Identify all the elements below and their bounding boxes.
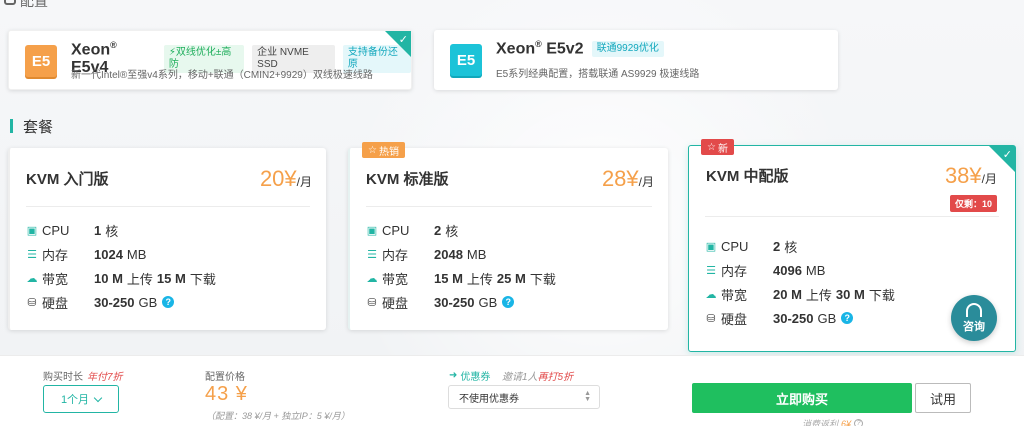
buy-now-button[interactable]: 立即购买 — [692, 383, 912, 413]
coupon-label: ➜ 优惠券 — [449, 370, 491, 383]
spec-disk: ⛁ 硬盘 30-250 GB? — [26, 290, 216, 314]
spec-cpu: ▣ CPU 2 核 — [705, 238, 798, 255]
new-ribbon: ☆ 新 — [701, 139, 734, 155]
help-icon[interactable]: ? — [841, 312, 854, 324]
duration-label: 购买时长 年付7折 — [43, 372, 123, 383]
plan-price: 28¥/月 — [601, 166, 654, 191]
hot-ribbon: ☆ 热销 — [362, 142, 405, 158]
cpu-name: Xeon® E5v2 — [496, 39, 584, 58]
help-icon[interactable]: ? — [854, 419, 864, 426]
divider — [26, 206, 310, 207]
divider — [366, 206, 652, 207]
memory-icon: ☰ — [367, 248, 377, 261]
chevron-down-icon — [93, 393, 103, 402]
e5-badge-icon: E5 — [450, 44, 482, 76]
spec-bandwidth: ☁ 带宽 20 M 上传 30 M 下载 — [705, 286, 895, 303]
coupon-select[interactable]: 不使用优惠券 ▲ ▼ — [448, 385, 600, 409]
headset-icon — [966, 302, 982, 317]
database-icon: ⛁ — [706, 312, 716, 325]
spec-list: ▣ CPU 1 核 ☰ 内存 1024 MB ☁ 带宽 10 M 上传 15 M 下载 ⛁ 硬盘 30-2… — [26, 218, 216, 314]
coupon-invite-promo[interactable]: 邀请1人再打5折 — [502, 368, 573, 383]
spec-bandwidth: ☁ 带宽 10 M 上传 15 M 下载 — [26, 270, 216, 287]
plan-card-basic[interactable]: KVM 入门版 20¥/月 ▣ CPU 1 核 ☰ 内存 1024 MB ☁ 带宽 10 M 上传… — [8, 148, 326, 330]
plan-price: 20¥/月 — [259, 166, 312, 191]
login-arrow-icon: ➜ — [449, 370, 458, 381]
plan-card-mid[interactable]: ☆ 新 KVM 中配版 38¥/月 仅剩：10 ▣ CPU 2 核 ☰ 内存 4096 MB … — [688, 139, 1016, 352]
cpu-tag: 联通9929优化 — [591, 40, 664, 57]
spec-list: ▣ CPU 2 核 ☰ 内存 4096 MB ☁ 带宽 20 M 上传 30 M 下载 ⛁ 硬盘 30-2… — [705, 234, 895, 330]
plan-name: KVM 中配版 — [706, 168, 789, 185]
config-section-header: 配置 — [4, 0, 48, 10]
e5-badge-icon: E5 — [25, 45, 57, 77]
cpu-option-e5v2[interactable]: E5 Xeon® E5v2 联通9929优化 E5系列经典配置，搭载联通 AS9… — [434, 30, 838, 90]
spec-memory: ☰ 内存 1024 MB — [27, 246, 147, 263]
database-icon: ⛁ — [367, 296, 377, 309]
price-label: 配置价格 — [205, 372, 245, 383]
trial-button[interactable]: 试用 — [915, 383, 971, 413]
plans-section-title: 套餐 — [10, 117, 53, 136]
chip-icon: ▣ — [26, 224, 38, 237]
spec-disk: ⛁ 硬盘 30-250 GB? — [705, 306, 895, 330]
consult-button[interactable]: 咨询 — [951, 295, 997, 341]
selected-check-icon: ✓ — [989, 146, 1015, 172]
spec-bandwidth: ☁ 带宽 15 M 上传 25 M 下载 — [366, 270, 556, 287]
cloud-icon: ☁ — [705, 288, 717, 301]
total-price: 43 ¥ — [205, 383, 248, 405]
memory-icon: ☰ — [27, 248, 37, 261]
stock-badge: 仅剩：10 — [949, 195, 997, 212]
help-icon[interactable]: ? — [162, 296, 175, 308]
divider — [705, 216, 999, 217]
chip-icon: ▣ — [705, 240, 717, 253]
plan-card-standard[interactable]: ☆ 热销 KVM 标准版 28¥/月 ▣ CPU 2 核 ☰ 内存 2048 MB ☁ 带宽 15… — [348, 142, 668, 330]
cloud-icon: ☁ — [26, 272, 38, 285]
spec-memory: ☰ 内存 2048 MB — [367, 246, 487, 263]
section-accent-bar — [10, 119, 13, 133]
spec-disk: ⛁ 硬盘 30-250 GB? — [366, 290, 556, 314]
cpu-description: 新一代Intel®至强v4系列，移动+联通（CMIN2+9929）双线极速线路 — [71, 70, 373, 81]
star-icon: ☆ — [368, 144, 377, 156]
spec-cpu: ▣ CPU 2 核 — [366, 222, 459, 239]
cpu-option-e5v4[interactable]: E5 Xeon® E5v4 ⚡双线优化±高防 企业 NVME SSD 支持备份还… — [8, 30, 412, 90]
spec-list: ▣ CPU 2 核 ☰ 内存 2048 MB ☁ 带宽 15 M 上传 25 M 下载 ⛁ 硬盘 30-2… — [366, 218, 556, 314]
spec-memory: ☰ 内存 4096 MB — [706, 262, 826, 279]
memory-icon: ☰ — [706, 264, 716, 277]
config-section-title: 配置 — [20, 0, 48, 9]
database-icon: ⛁ — [27, 296, 37, 309]
price-breakdown: （配置：38 ¥/月 + 独立IP：5 ¥/月） — [206, 411, 350, 421]
rebate-note: 消费返利 6¥? — [802, 417, 864, 426]
duration-select[interactable]: 1个月 — [43, 385, 119, 413]
cpu-description: E5系列经典配置，搭载联通 AS9929 极速线路 — [496, 69, 700, 80]
purchase-bar: 购买时长 年付7折 1个月 配置价格 43 ¥ （配置：38 ¥/月 + 独立IP… — [0, 355, 1024, 426]
selected-check-icon: ✓ — [385, 31, 411, 57]
config-icon — [4, 0, 16, 5]
chip-icon: ▣ — [366, 224, 378, 237]
plan-name: KVM 标准版 — [366, 171, 449, 188]
cloud-icon: ☁ — [366, 272, 378, 285]
spec-cpu: ▣ CPU 1 核 — [26, 222, 119, 239]
updown-icon: ▲ ▼ — [584, 390, 591, 403]
plan-name: KVM 入门版 — [26, 171, 109, 188]
star-icon: ☆ — [707, 141, 716, 153]
help-icon[interactable]: ? — [502, 296, 515, 308]
